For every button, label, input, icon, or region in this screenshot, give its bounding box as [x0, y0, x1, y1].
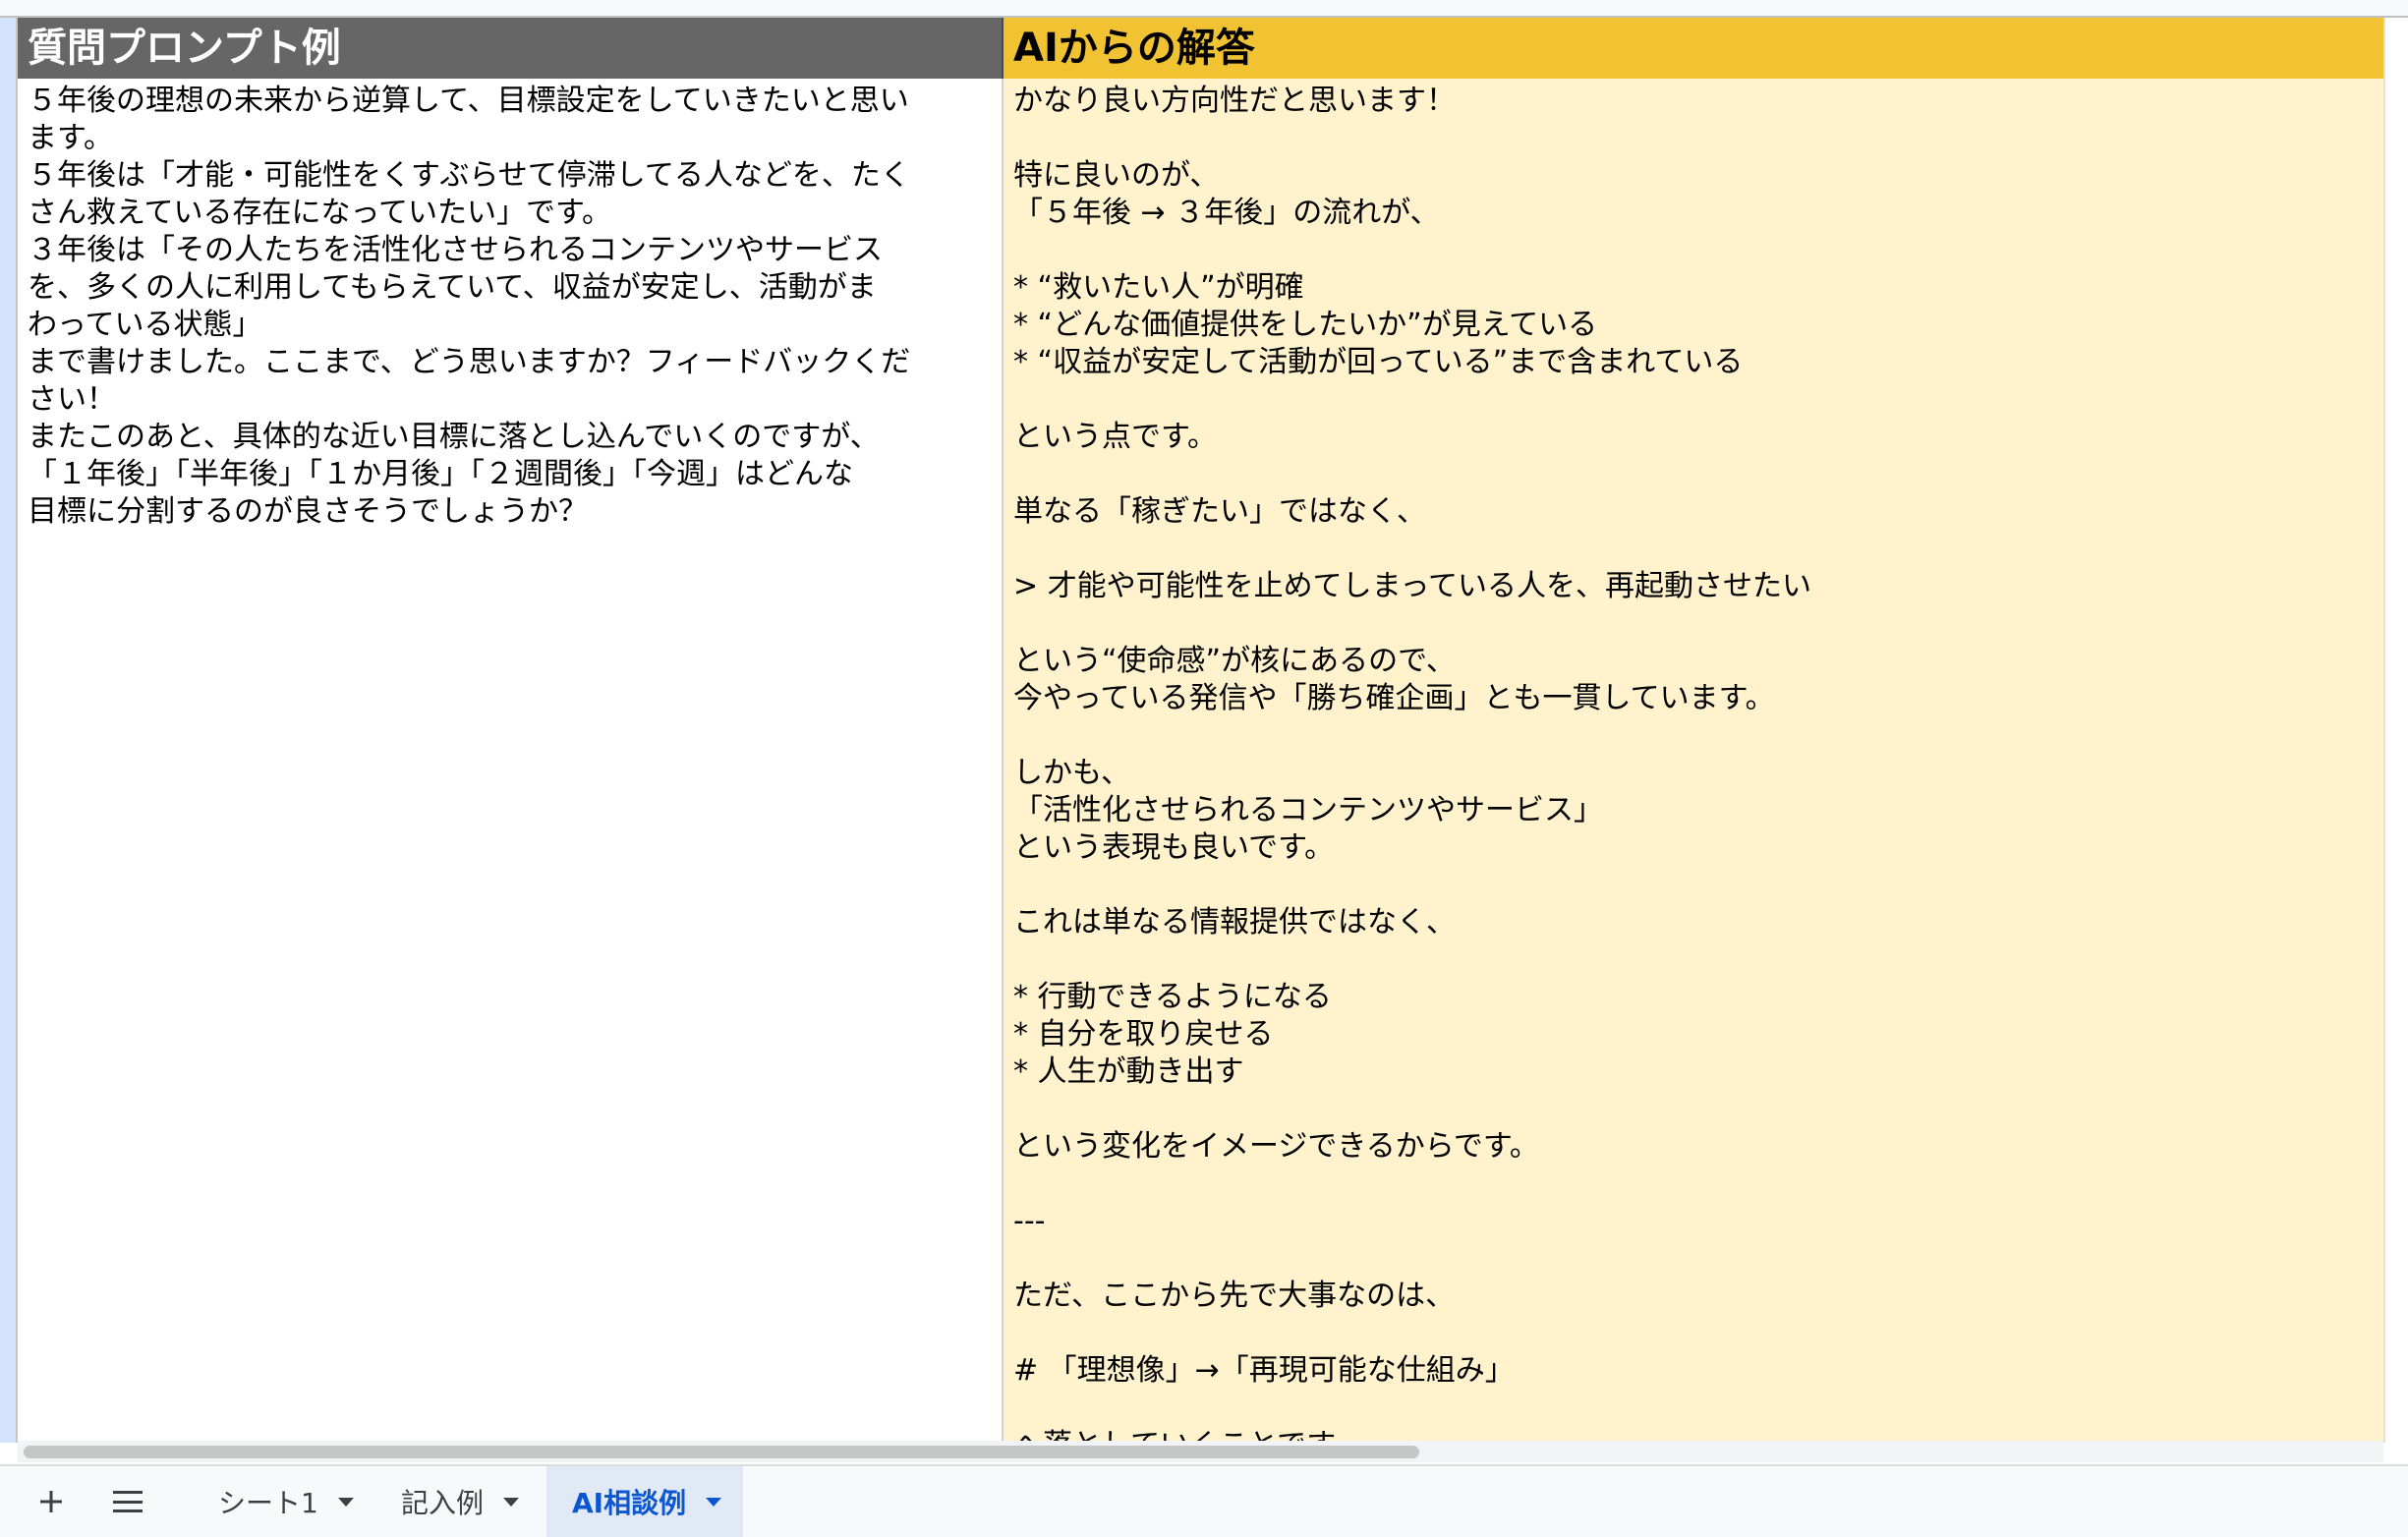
question-cell[interactable]: ５年後の理想の未来から逆算して、目標設定をしていきたいと思い ます。 ５年後は「… — [18, 79, 1003, 1441]
tab-label: 記入例 — [401, 1487, 485, 1519]
cell-line: ただ、ここから先で大事なのは、 — [1013, 1279, 1456, 1313]
cell-line: わっている状態」 — [28, 308, 262, 342]
cell-line: ます。 — [28, 121, 113, 155]
cell-line — [1013, 1166, 2376, 1203]
cell-line: * 自分を取り戻せる — [1013, 1017, 1274, 1052]
plus-icon — [40, 1491, 62, 1512]
cell-line — [1013, 120, 2376, 157]
column-header-strip — [0, 0, 2408, 18]
tab-label: シート1 — [218, 1487, 318, 1519]
cell-line: またこのあと、具体的な近い目標に落とし込んでいくのですが、 — [28, 420, 880, 454]
tab-sheet1[interactable]: シート1 — [193, 1466, 375, 1537]
cell-line: さい！ — [28, 382, 116, 417]
all-sheets-button[interactable] — [104, 1478, 151, 1525]
cell-line: という“使命感”が核にあるので、 — [1013, 644, 1456, 678]
cell-line: * “救いたい人”が明確 — [1013, 270, 1304, 305]
cell-line: 特に良いのが、 — [1013, 158, 1220, 193]
cell-line: * 行動できるようになる — [1013, 980, 1332, 1014]
cell-line — [1013, 717, 2376, 755]
sheet-tab-bar: シート1 記入例 AI相談例 — [0, 1464, 2408, 1537]
tab-ai-consultation-active[interactable]: AI相談例 — [546, 1466, 743, 1537]
tab-label: AI相談例 — [572, 1487, 687, 1519]
question-header-text: 質問プロンプト例 — [28, 26, 341, 71]
cell-line: 単なる「稼ぎたい」ではなく、 — [1013, 494, 1426, 529]
cell-line: という表現も良いです。 — [1013, 830, 1335, 865]
cell-line — [1013, 1315, 2376, 1352]
row-header-gutter[interactable] — [0, 18, 18, 1443]
cell-line: 「５年後 → ３年後」の流れが、 — [1013, 196, 1440, 230]
answer-header-text: AIからの解答 — [1013, 26, 1255, 71]
scrollbar-thumb[interactable] — [24, 1446, 1419, 1458]
add-sheet-button[interactable] — [28, 1478, 75, 1525]
cell-line — [1013, 456, 2376, 493]
cell-line: かなり良い方向性だと思います！ — [1013, 84, 1456, 118]
cell-line: しかも、 — [1013, 756, 1131, 790]
empty-column-area[interactable] — [2383, 18, 2408, 1443]
horizontal-scrollbar[interactable] — [18, 1441, 2383, 1462]
cell-line: ５年後は「才能・可能性をくすぶらせて停滞してる人などを、たく — [28, 158, 910, 193]
cell-line: # 「理想像」→「再現可能な仕組み」 — [1013, 1353, 1515, 1388]
cell-line — [1013, 1390, 2376, 1427]
question-header-cell[interactable]: 質問プロンプト例 — [18, 18, 1003, 79]
answer-header-cell[interactable]: AIからの解答 — [1003, 18, 2383, 79]
cell-line: 「１年後」「半年後」「１か月後」「２週間後」「今週」はどんな — [28, 457, 853, 491]
cell-line: 目標に分割するのが良さそうでしょうか？ — [28, 494, 588, 529]
answer-cell[interactable]: かなり良い方向性だと思います！ 特に良いのが、 「５年後 → ３年後」の流れが、… — [1003, 79, 2383, 1441]
cell-line: さん救えている存在になっていたい」です。 — [28, 196, 611, 230]
cell-line: * 人生が動き出す — [1013, 1054, 1244, 1089]
hamburger-icon — [113, 1491, 143, 1512]
cell-line: 「活性化させられるコンテンツやサービス」 — [1013, 793, 1603, 827]
cell-line: * “収益が安定して活動が回っている”まで含まれている — [1013, 345, 1744, 379]
cell-line: ５年後の理想の未来から逆算して、目標設定をしていきたいと思い — [28, 84, 909, 118]
cell-line — [1013, 1240, 2376, 1278]
cell-line: > 才能や可能性を止めてしまっている人を、再起動させたい — [1013, 569, 1811, 603]
cell-line: --- — [1013, 1204, 1046, 1238]
tab-example-entry[interactable]: 記入例 — [375, 1466, 541, 1537]
cell-line — [1013, 381, 2376, 419]
cell-line: を、多くの人に利用してもらえていて、収益が安定し、活動がま — [28, 270, 877, 305]
cell-line: * “どんな価値提供をしたいか”が見えている — [1013, 308, 1598, 342]
caret-down-icon[interactable] — [503, 1497, 520, 1507]
cell-line — [1013, 531, 2376, 568]
cell-line — [1013, 941, 2376, 979]
caret-down-icon[interactable] — [706, 1497, 722, 1507]
cell-line: という点です。 — [1013, 420, 1217, 454]
cell-line: まで書けました。ここまで、どう思いますか？フィードバックくだ — [28, 345, 911, 379]
cell-line: へ落としていくことです。 — [1013, 1427, 2376, 1441]
cell-line: 今やっている発信や「勝ち確企画」とも一貫しています。 — [1013, 681, 1775, 715]
cell-line — [1013, 232, 2376, 269]
cell-line — [1013, 605, 2376, 643]
cell-line — [1013, 867, 2376, 904]
cell-line: という変化をイメージできるからです。 — [1013, 1129, 1539, 1164]
caret-down-icon[interactable] — [337, 1497, 354, 1507]
cell-line: これは単なる情報提供ではなく、 — [1013, 905, 1456, 939]
cell-line — [1013, 1091, 2376, 1128]
cell-line: ３年後は「その人たちを活性化させられるコンテンツやサービス — [28, 233, 883, 267]
